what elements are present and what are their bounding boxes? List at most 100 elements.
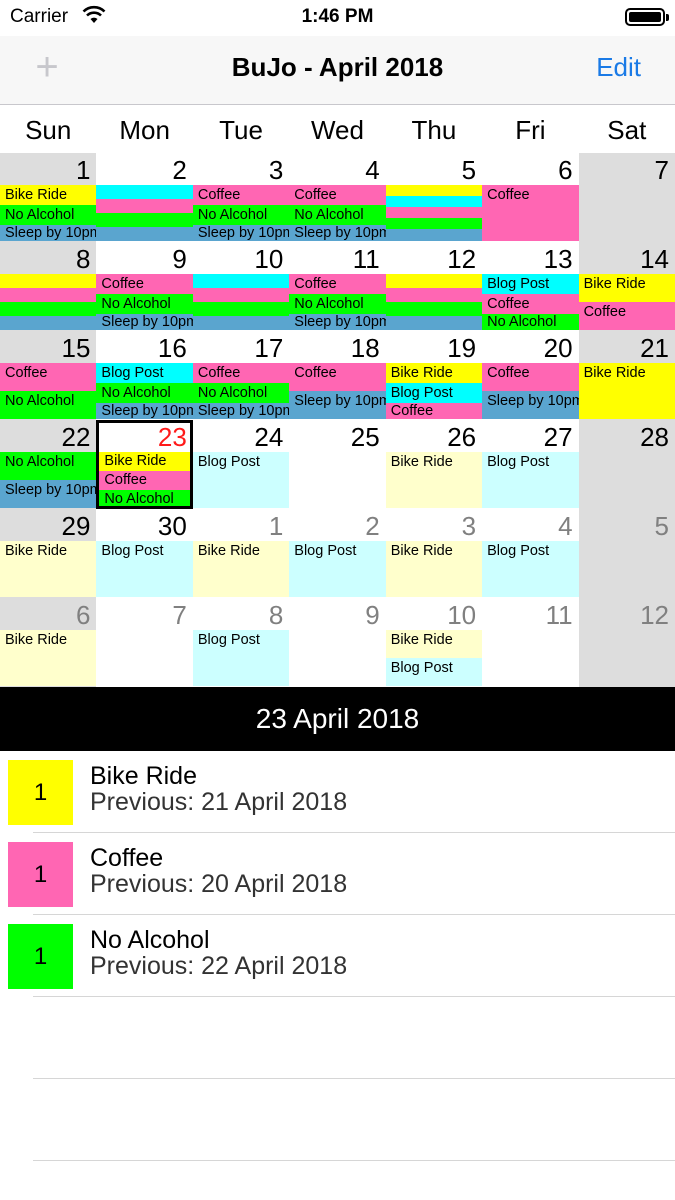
day-number: 11 xyxy=(352,244,380,274)
day-number: 30 xyxy=(157,511,187,541)
day-number: 9 xyxy=(172,244,187,274)
habit-marker: Bike Ride xyxy=(0,185,97,205)
habit-marker-label: No Alcohol xyxy=(294,296,364,312)
weekday-fri: Fri xyxy=(515,115,546,145)
calendar-day[interactable]: Bike Ride 6 xyxy=(0,598,97,687)
habit-row[interactable]: 1 Bike Ride Previous: 21 April 2018 xyxy=(0,751,675,833)
habit-row[interactable]: 1 No Alcohol Previous: 22 April 2018 xyxy=(0,915,675,997)
habit-marker: Sleep by 10pm xyxy=(192,225,290,241)
habit-marker-label: No Alcohol xyxy=(104,491,174,507)
habit-marker: Coffee xyxy=(99,471,190,490)
calendar-day[interactable]: Coffee Sleep by 10pm 20 xyxy=(482,331,579,420)
day-number: 6 xyxy=(558,155,573,185)
habit-marker-label: Coffee xyxy=(390,403,434,419)
habit-marker-label: Blog Post xyxy=(487,454,550,470)
day-number: 19 xyxy=(447,333,477,363)
status-bar: Carrier 1:46 PM xyxy=(0,0,675,36)
habit-marker-label: Coffee xyxy=(487,296,530,312)
calendar-day[interactable]: Blog Post Coffee No Alcohol 13 xyxy=(482,242,579,331)
habit-previous-date: Previous: 21 April 2018 xyxy=(90,788,348,816)
habit-marker-label: No Alcohol xyxy=(487,314,557,330)
calendar-day[interactable]: No Alcohol Sleep by 10pm 22 xyxy=(0,420,97,509)
calendar-day[interactable]: 10 xyxy=(192,242,290,331)
calendar-day[interactable]: Bike Ride 3 xyxy=(385,509,483,598)
calendar-day[interactable]: 25 xyxy=(289,420,386,509)
calendar-day[interactable]: Blog Post 2 xyxy=(289,509,386,598)
calendar-day[interactable]: Bike Ride No Alcohol Sleep by 10pm 1 xyxy=(0,153,97,242)
habit-marker: Bike Ride xyxy=(99,452,190,471)
calendar-day[interactable]: Bike Ride Coffee 14 xyxy=(578,242,675,331)
habit-marker: Coffee xyxy=(289,363,386,391)
calendar-day[interactable]: Bike Ride 26 xyxy=(385,420,483,509)
calendar-day[interactable]: Blog Post 30 xyxy=(96,509,193,598)
calendar-day[interactable]: Coffee No Alcohol Sleep by 10pm 4 xyxy=(289,153,386,242)
habit-marker-label: Bike Ride xyxy=(390,454,453,470)
habit-marker: Sleep by 10pm xyxy=(289,314,386,330)
calendar-day[interactable]: Coffee No Alcohol Sleep by 10pm 17 xyxy=(192,331,290,420)
habit-marker-label: Blog Post xyxy=(101,365,164,381)
habit-marker-label: Sleep by 10pm xyxy=(294,393,386,409)
calendar-day[interactable]: Blog Post No Alcohol Sleep by 10pm 16 xyxy=(96,331,193,420)
calendar-day[interactable]: Blog Post 24 xyxy=(192,420,290,509)
calendar-day[interactable]: Bike Ride 29 xyxy=(0,509,97,598)
habit-marker-label: No Alcohol xyxy=(294,207,364,223)
habit-marker xyxy=(96,199,193,213)
day-number: 6 xyxy=(75,600,91,630)
calendar-day[interactable]: 5 xyxy=(578,509,675,598)
calendar-day[interactable]: 7 xyxy=(96,598,193,687)
edit-button[interactable]: Edit xyxy=(596,52,641,83)
habit-marker: Blog Post xyxy=(385,658,483,686)
habit-name: Coffee xyxy=(90,844,164,872)
calendar-day[interactable]: Bike Ride Blog Post 10 xyxy=(385,598,483,687)
calendar-day[interactable]: Coffee No Alcohol Sleep by 10pm 11 xyxy=(289,242,386,331)
habit-marker xyxy=(192,302,290,316)
calendar-day[interactable]: 9 xyxy=(289,598,386,687)
habit-marker-label: Coffee xyxy=(294,276,337,292)
habit-row[interactable]: 1 Coffee Previous: 20 April 2018 xyxy=(0,833,675,915)
weekday-sat: Sat xyxy=(607,115,647,145)
day-number: 20 xyxy=(543,333,573,363)
day-number: 11 xyxy=(545,600,573,630)
calendar-day[interactable]: 11 xyxy=(482,598,579,687)
habit-marker: No Alcohol xyxy=(0,205,97,225)
calendar-day[interactable]: Blog Post 4 xyxy=(482,509,579,598)
habit-marker xyxy=(385,302,483,316)
habit-marker: Coffee xyxy=(385,403,483,419)
day-number: 1 xyxy=(268,511,284,541)
calendar-day[interactable]: 7 xyxy=(578,153,675,242)
calendar-day[interactable]: Bike Ride Blog Post Coffee 19 xyxy=(385,331,483,420)
calendar-day[interactable]: Coffee Sleep by 10pm 18 xyxy=(289,331,386,420)
habit-marker-label: No Alcohol xyxy=(197,207,268,223)
habit-marker-label: Bike Ride xyxy=(583,365,646,381)
calendar-day[interactable]: Coffee No Alcohol Sleep by 10pm 3 xyxy=(192,153,290,242)
calendar-day[interactable]: Bike Ride 1 xyxy=(192,509,290,598)
habit-marker xyxy=(192,288,290,302)
calendar-day[interactable]: 8 xyxy=(0,242,97,331)
habit-marker-label: Blog Post xyxy=(390,660,453,676)
habit-marker: Blog Post xyxy=(96,541,193,597)
calendar-day[interactable]: Blog Post 8 xyxy=(192,598,290,687)
habit-marker-label: No Alcohol xyxy=(5,393,75,409)
day-number: 1 xyxy=(75,155,91,185)
calendar-day[interactable]: 5 xyxy=(385,153,483,242)
day-number: 26 xyxy=(447,422,477,452)
habit-marker: Bike Ride xyxy=(385,452,483,508)
habit-marker-label: Coffee xyxy=(294,187,337,203)
habit-marker-label: Bike Ride xyxy=(197,543,260,559)
calendar-day[interactable]: 12 xyxy=(578,598,675,687)
day-number: 10 xyxy=(447,600,477,630)
calendar-day[interactable]: Blog Post 27 xyxy=(482,420,579,509)
calendar-day[interactable]: Bike Ride Coffee No Alcohol 23 xyxy=(96,420,193,509)
habit-marker-label: Coffee xyxy=(487,187,530,203)
calendar-day[interactable]: Coffee No Alcohol 15 xyxy=(0,331,97,420)
day-number: 3 xyxy=(461,511,477,541)
calendar-day[interactable]: 2 xyxy=(96,153,193,242)
calendar-day[interactable]: Coffee No Alcohol Sleep by 10pm 9 xyxy=(96,242,193,331)
calendar-day[interactable]: 28 xyxy=(578,420,675,509)
calendar-day[interactable]: 12 xyxy=(385,242,483,331)
calendar-day[interactable]: Coffee 6 xyxy=(482,153,579,242)
habit-marker xyxy=(385,196,483,207)
calendar-day[interactable]: Bike Ride 21 xyxy=(578,331,675,420)
habit-marker: Bike Ride xyxy=(192,541,290,597)
weekday-thu: Thu xyxy=(411,115,457,145)
